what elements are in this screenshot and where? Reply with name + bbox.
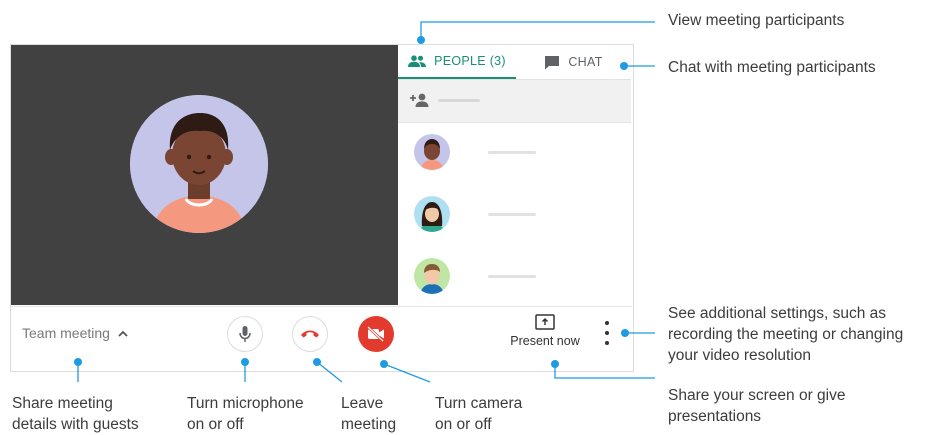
camera-off-icon	[367, 326, 384, 342]
annotation-settings: See additional settings, such as recordi…	[668, 305, 904, 364]
tab-chat-label: CHAT	[568, 55, 603, 69]
list-item[interactable]	[398, 123, 631, 181]
tab-chat[interactable]: CHAT	[516, 45, 631, 79]
tab-people[interactable]: PEOPLE (3)	[398, 45, 516, 79]
participant-list	[398, 123, 631, 305]
participant-name-placeholder	[488, 275, 536, 278]
list-item[interactable]	[398, 247, 631, 305]
add-people-placeholder	[438, 99, 480, 102]
meeting-details-button[interactable]: Team meeting	[22, 325, 128, 341]
participant-avatar	[414, 196, 450, 232]
participant-avatar	[414, 258, 450, 294]
annotation-microphone: Turn microphone on or off	[187, 395, 304, 433]
annotation-share-details: Share meeting details with guests	[12, 395, 139, 433]
add-people-row[interactable]	[398, 80, 631, 123]
participant-avatar-large	[130, 95, 268, 233]
more-options-button[interactable]	[601, 321, 613, 345]
present-icon	[535, 314, 555, 330]
microphone-button[interactable]	[227, 316, 263, 352]
annotation-share-screen: Share your screen or give presentations	[668, 387, 846, 425]
camera-toggle-button[interactable]	[358, 316, 394, 352]
annotation-chat: Chat with meeting participants	[668, 59, 876, 76]
present-now-label: Present now	[510, 334, 580, 348]
participant-name-placeholder	[488, 151, 536, 154]
hang-up-icon	[301, 330, 319, 338]
people-icon	[408, 55, 427, 67]
meeting-name: Team meeting	[22, 325, 110, 341]
annotation-view-participants: View meeting participants	[668, 12, 845, 29]
annotation-camera: Turn camera on or off	[435, 395, 523, 433]
tab-people-label: PEOPLE (3)	[434, 54, 506, 68]
participant-name-placeholder	[488, 213, 536, 216]
participant-avatar	[414, 134, 450, 170]
mic-icon	[239, 326, 251, 342]
leave-meeting-button[interactable]	[292, 316, 328, 352]
present-now-button[interactable]: Present now	[505, 314, 585, 354]
chat-icon	[545, 55, 560, 69]
annotation-leave: Leave meeting	[341, 395, 397, 433]
add-person-icon	[410, 93, 429, 107]
more-vert-icon	[605, 321, 609, 325]
chevron-up-icon	[118, 330, 128, 337]
list-item[interactable]	[398, 185, 631, 243]
panel-tabs: PEOPLE (3) CHAT	[398, 45, 631, 80]
